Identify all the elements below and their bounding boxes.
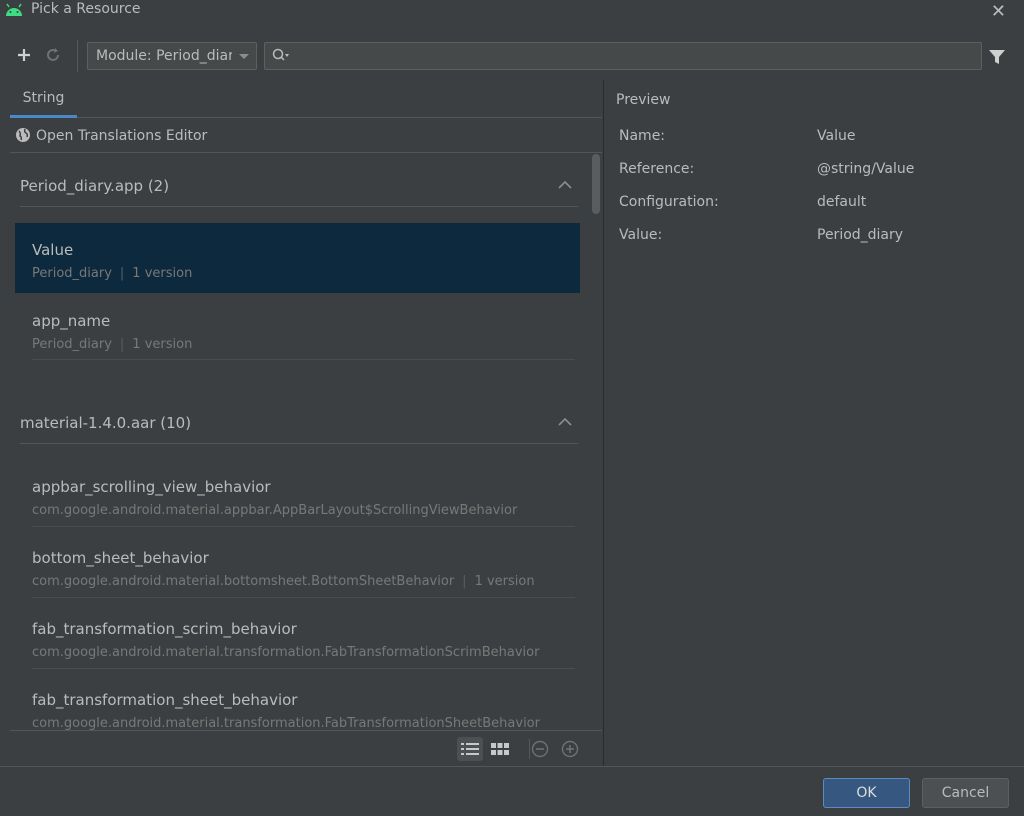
zoom-in-icon[interactable] bbox=[557, 737, 583, 761]
preview-key: Reference: bbox=[619, 161, 695, 177]
item-divider bbox=[32, 668, 575, 669]
search-icon bbox=[272, 48, 289, 61]
item-name: fab_transformation_scrim_behavior bbox=[32, 620, 297, 638]
zoom-out-icon[interactable] bbox=[527, 737, 553, 761]
refresh-icon[interactable] bbox=[42, 44, 64, 66]
ok-button[interactable]: OK bbox=[823, 778, 910, 808]
chevron-up-icon[interactable] bbox=[558, 180, 572, 190]
filter-icon[interactable] bbox=[988, 48, 1006, 66]
toolbar: Module: Period_diar bbox=[0, 36, 1024, 76]
resource-list-panel: Open Translations Editor Period_diary.ap… bbox=[10, 118, 602, 730]
preview-row-name: Name: Value bbox=[619, 128, 1019, 148]
item-version: 1 version bbox=[132, 266, 193, 281]
item-name: fab_transformation_sheet_behavior bbox=[32, 691, 298, 709]
toolbar-separator bbox=[77, 40, 78, 72]
section-header[interactable]: material-1.4.0.aar (10) bbox=[10, 391, 578, 444]
list-item[interactable]: appbar_scrolling_view_behavior com.googl… bbox=[15, 460, 580, 530]
grid-view-icon[interactable] bbox=[487, 737, 513, 761]
scrollbar[interactable] bbox=[590, 154, 602, 730]
open-translations-editor-label: Open Translations Editor bbox=[36, 128, 208, 144]
list-item[interactable]: app_name Period_diary | 1 version bbox=[15, 294, 580, 364]
item-version: 1 version bbox=[132, 337, 193, 352]
resource-type-tabs: String bbox=[10, 82, 602, 118]
chevron-down-icon bbox=[239, 54, 249, 59]
preview-row-reference: Reference: @string/Value bbox=[619, 161, 1019, 181]
item-divider bbox=[32, 597, 575, 598]
globe-icon bbox=[16, 128, 30, 142]
item-name: bottom_sheet_behavior bbox=[32, 549, 209, 567]
item-name: appbar_scrolling_view_behavior bbox=[32, 478, 271, 496]
preview-panel: Preview Name: Value Reference: @string/V… bbox=[604, 80, 1024, 766]
list-item[interactable]: fab_transformation_sheet_behavior com.go… bbox=[15, 673, 580, 730]
item-subtitle: com.google.android.material.transformati… bbox=[32, 645, 540, 660]
section-header[interactable]: Period_diary.app (2) bbox=[10, 154, 578, 207]
preview-value: @string/Value bbox=[817, 161, 915, 177]
preview-row-value: Value: Period_diary bbox=[619, 227, 1019, 247]
list-item[interactable]: fab_transformation_scrim_behavior com.go… bbox=[15, 602, 580, 672]
item-value: com.google.android.material.bottomsheet.… bbox=[32, 574, 455, 589]
tab-string[interactable]: String bbox=[10, 82, 77, 118]
resource-list: Period_diary.app (2) Value Period_diary |… bbox=[10, 154, 602, 730]
item-subtitle: Period_diary | 1 version bbox=[32, 266, 572, 281]
item-subtitle: com.google.android.material.bottomsheet.… bbox=[32, 574, 572, 589]
section-divider bbox=[20, 443, 578, 444]
item-divider bbox=[32, 526, 575, 527]
window-title: Pick a Resource bbox=[31, 1, 141, 17]
module-select-label: Module: Period_diar bbox=[96, 48, 232, 64]
preview-row-configuration: Configuration: default bbox=[619, 194, 1019, 214]
scrollbar-thumb[interactable] bbox=[592, 154, 600, 214]
list-view-icon[interactable] bbox=[457, 737, 483, 761]
section-divider bbox=[20, 206, 578, 207]
open-translations-editor-link[interactable]: Open Translations Editor bbox=[10, 118, 602, 153]
search-input[interactable] bbox=[295, 46, 975, 66]
item-name: Value bbox=[32, 241, 74, 259]
list-item[interactable]: bottom_sheet_behavior com.google.android… bbox=[15, 531, 580, 601]
item-name: app_name bbox=[32, 312, 111, 330]
section-title: material-1.4.0.aar (10) bbox=[20, 414, 192, 432]
preview-title: Preview bbox=[616, 92, 671, 108]
separator: | bbox=[119, 337, 125, 352]
preview-value: default bbox=[817, 194, 867, 210]
preview-value: Period_diary bbox=[817, 227, 904, 243]
preview-value: Value bbox=[817, 128, 856, 144]
separator: | bbox=[462, 574, 467, 589]
item-subtitle: com.google.android.material.transformati… bbox=[32, 716, 540, 730]
add-icon[interactable] bbox=[13, 44, 35, 66]
close-icon[interactable]: ✕ bbox=[991, 1, 1006, 22]
preview-key: Configuration: bbox=[619, 194, 719, 210]
item-subtitle: Period_diary | 1 version bbox=[32, 337, 572, 352]
item-value: Period_diary bbox=[32, 266, 112, 281]
dialog-footer: OK Cancel bbox=[0, 766, 1024, 816]
section-title: Period_diary.app (2) bbox=[20, 177, 170, 195]
search-field[interactable] bbox=[264, 42, 982, 70]
preview-key: Value: bbox=[619, 227, 663, 243]
module-select[interactable]: Module: Period_diar bbox=[87, 42, 257, 70]
android-icon bbox=[6, 3, 22, 16]
item-subtitle: com.google.android.material.appbar.AppBa… bbox=[32, 503, 518, 518]
item-divider bbox=[32, 359, 575, 360]
list-item[interactable]: Value Period_diary | 1 version bbox=[15, 223, 580, 293]
separator: | bbox=[119, 266, 125, 281]
cancel-button[interactable]: Cancel bbox=[922, 778, 1009, 808]
chevron-up-icon[interactable] bbox=[558, 417, 572, 427]
view-options-bar bbox=[10, 730, 602, 764]
title-bar: Pick a Resource ✕ bbox=[0, 0, 1024, 22]
item-value: Period_diary bbox=[32, 337, 112, 352]
preview-key: Name: bbox=[619, 128, 666, 144]
item-version: 1 version bbox=[474, 574, 535, 589]
